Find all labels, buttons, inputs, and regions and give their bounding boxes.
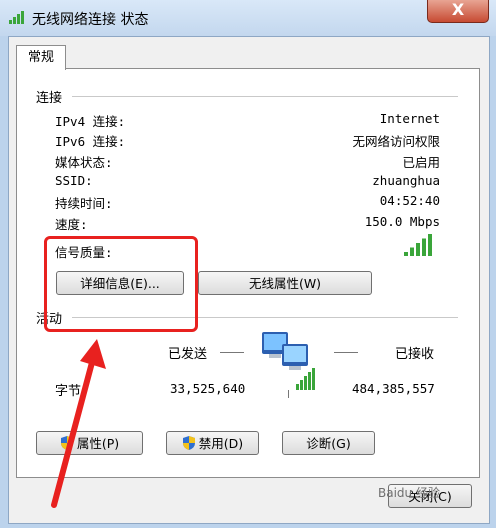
ipv6-value: 无网络访问权限 (352, 134, 440, 149)
connection-section-title: 连接 (36, 91, 63, 106)
diagnose-button-label: 诊断(G) (306, 436, 351, 451)
annotation-highlight-box (44, 236, 198, 332)
media-state-value: 已启用 (402, 155, 440, 170)
annotation-arrow (51, 339, 106, 508)
wireless-signal-icon (9, 11, 24, 24)
uac-shield-icon (182, 436, 195, 450)
wireless-properties-label: 无线属性(W) (248, 276, 322, 291)
status-window: 无线网络连接 状态 X 常规 连接 IPv4 连接: Internet IPv6… (0, 0, 496, 528)
speed-label: 速度: (55, 217, 88, 232)
close-window-button[interactable]: X (427, 0, 489, 23)
signal-strength-icon (404, 234, 432, 256)
speed-value: 150.0 Mbps (364, 214, 440, 229)
ipv4-label: IPv4 连接: (55, 114, 126, 129)
signal-bar (410, 247, 414, 256)
bytes-sent-value: 33,525,640 (170, 381, 246, 396)
ipv6-label: IPv6 连接: (55, 134, 126, 149)
network-activity-icon (262, 332, 315, 398)
bytes-received-value: 484,385,557 (352, 381, 435, 396)
window-title: 无线网络连接 状态 (32, 12, 149, 28)
media-state-label: 媒体状态: (55, 155, 113, 170)
connection-divider (72, 96, 458, 97)
signal-bar (416, 243, 420, 256)
sent-dash (220, 352, 244, 353)
watermark: Baidu 经验 (378, 486, 440, 500)
disable-button[interactable]: 禁用(D) (166, 431, 259, 455)
ipv4-value: Internet (379, 111, 440, 126)
signal-bar (422, 238, 426, 256)
disable-button-label: 禁用(D) (198, 436, 244, 451)
signal-bar (404, 252, 408, 256)
wireless-properties-button[interactable]: 无线属性(W) (198, 271, 372, 295)
received-label: 已接收 (395, 347, 435, 362)
duration-label: 持续时间: (55, 196, 113, 211)
tab-general[interactable]: 常规 (16, 45, 66, 70)
title-bar: 无线网络连接 状态 X (0, 0, 496, 36)
duration-value: 04:52:40 (379, 193, 440, 208)
signal-bar (428, 234, 432, 256)
received-dash (334, 352, 358, 353)
ssid-value: zhuanghua (372, 173, 440, 188)
tab-general-label: 常规 (27, 50, 54, 65)
ssid-label: SSID: (55, 173, 93, 188)
close-icon: X (451, 0, 465, 19)
sent-label: 已发送 (168, 347, 208, 362)
diagnose-button[interactable]: 诊断(G) (282, 431, 375, 455)
